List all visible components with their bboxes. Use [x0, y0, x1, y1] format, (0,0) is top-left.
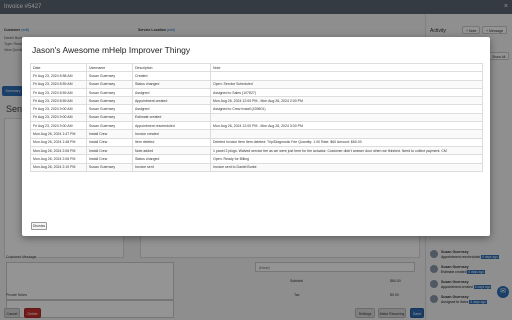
cell-username: Susan Guernsey: [86, 121, 133, 131]
cell-note: Invoice sent to Daniel Burke: [210, 162, 483, 172]
table-row: Mon Aug 26, 2024 1:48 PM Install Crew Item…: [30, 137, 483, 147]
table-row: Fri Aug 23, 2024 8:58 AM Susan Guernsey Cr…: [30, 71, 483, 81]
cell-note: Open: Ready for Billing: [210, 154, 483, 164]
table-row: Fri Aug 23, 2024 8:59 AM Susan Guernsey St…: [30, 79, 483, 89]
cell-date: Fri Aug 23, 2024 8:59 AM: [30, 96, 87, 106]
cell-date: Mon Aug 26, 2024 1:48 PM: [30, 137, 87, 147]
cell-username: Install Crew: [86, 137, 133, 147]
cell-username: Install Crew: [86, 154, 133, 164]
cell-date: Fri Aug 23, 2024 9:00 AM: [30, 121, 87, 131]
cell-description: Appointment rescheduled: [132, 121, 211, 131]
cell-username: Susan Guernsey: [86, 71, 133, 81]
cell-username: Install Crew: [86, 145, 133, 156]
cell-username: Susan Guernsey: [86, 87, 133, 98]
column-header-date: Date: [30, 62, 87, 73]
cell-note: [210, 112, 483, 123]
cell-description: Item deleted: [132, 137, 211, 147]
cell-username: Susan Guernsey: [86, 96, 133, 106]
table-row: Mon Aug 26, 2024 2:10 PM Susan Guernsey In…: [30, 162, 483, 172]
cell-username: Install Crew: [86, 129, 133, 139]
history-modal: Jason's Awesome mHelp Improver Thingy Da…: [22, 37, 490, 236]
cell-note: [210, 129, 483, 139]
cell-username: Susan Guernsey: [86, 104, 133, 114]
cell-note: Mon Aug 26, 2024 12:00 PM - Mon Aug 26, …: [210, 121, 483, 131]
cell-description: Estimate created: [132, 112, 211, 123]
cell-note: Deleted Invoice Item Item deleted: Trip/…: [210, 137, 483, 147]
table-row: Mon Aug 26, 2024 1:47 PM Install Crew Invo…: [30, 129, 483, 139]
cell-description: Note added: [132, 145, 211, 156]
cell-date: Mon Aug 26, 2024 1:47 PM: [30, 129, 87, 139]
cell-description: Created: [132, 71, 211, 81]
table-row: Fri Aug 23, 2024 9:00 AM Susan Guernsey Es…: [30, 112, 483, 123]
table-row: Fri Aug 23, 2024 9:00 AM Susan Guernsey As…: [30, 104, 483, 114]
table-header-row: Date Username Description Note: [30, 62, 483, 73]
cell-description: Invoice sent: [132, 162, 211, 172]
cell-description: Status changed: [132, 79, 211, 89]
table-row: Fri Aug 23, 2024 8:59 AM Susan Guernsey Ap…: [30, 96, 483, 106]
table-row: Fri Aug 23, 2024 8:59 AM Susan Guernsey As…: [30, 87, 483, 98]
cell-date: Fri Aug 23, 2024 9:00 AM: [30, 104, 87, 114]
table-row: Fri Aug 23, 2024 9:00 AM Susan Guernsey Ap…: [30, 121, 483, 131]
cell-date: Fri Aug 23, 2024 8:58 AM: [30, 71, 87, 81]
cell-date: Mon Aug 26, 2024 2:06 PM: [30, 145, 87, 156]
cell-date: Fri Aug 23, 2024 9:00 AM: [30, 112, 87, 123]
cell-note: Open: Service Scheduled: [210, 79, 483, 89]
cell-username: Susan Guernsey: [86, 79, 133, 89]
table-row: Mon Aug 26, 2024 2:06 PM Install Crew Stat…: [30, 154, 483, 164]
column-header-username: Username: [86, 62, 133, 73]
cell-note: Mon Aug 26, 2024 12:00 PM - Mon Aug 26, …: [210, 96, 483, 106]
cell-date: Mon Aug 26, 2024 2:06 PM: [30, 154, 87, 164]
cell-username: Susan Guernsey: [86, 162, 133, 172]
history-table-body: Fri Aug 23, 2024 8:58 AM Susan Guernsey Cr…: [30, 71, 483, 172]
cell-date: Fri Aug 23, 2024 8:59 AM: [30, 79, 87, 89]
table-row: Mon Aug 26, 2024 2:06 PM Install Crew Note…: [30, 145, 483, 156]
cell-description: Status changed: [132, 154, 211, 164]
column-header-note: Note: [210, 62, 483, 73]
cell-note: Assigned to Sales (107827): [210, 87, 483, 98]
cell-description: Invoice created: [132, 129, 211, 139]
cell-note: 1 panel 2 plugs. Waived service fee as w…: [210, 145, 483, 156]
cell-note: Assigned to Crew Install (439501): [210, 104, 483, 114]
cell-note: [210, 71, 483, 81]
history-table: Date Username Description Note Fri Aug 2…: [30, 62, 483, 172]
cell-description: Assigned: [132, 87, 211, 98]
dismiss-button[interactable]: Dismiss: [31, 222, 47, 230]
column-header-description: Description: [132, 62, 211, 73]
cell-username: Susan Guernsey: [86, 112, 133, 123]
cell-date: Fri Aug 23, 2024 8:59 AM: [30, 87, 87, 98]
modal-title: Jason's Awesome mHelp Improver Thingy: [32, 45, 191, 55]
cell-description: Assigned: [132, 104, 211, 114]
cell-description: Appointment created: [132, 96, 211, 106]
cell-date: Mon Aug 26, 2024 2:10 PM: [30, 162, 87, 172]
